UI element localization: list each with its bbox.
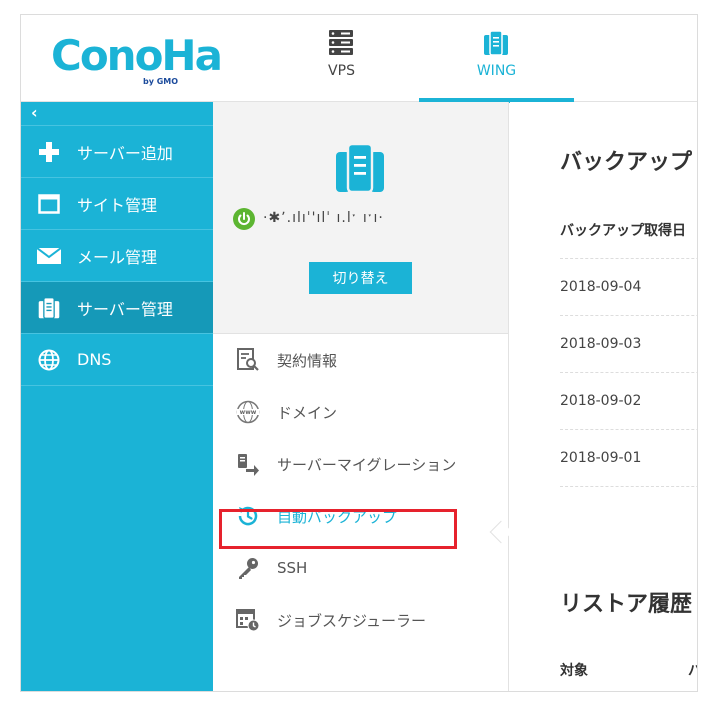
- server-rack-icon: [328, 29, 354, 57]
- header: ConoHa by GMO VPS WING: [21, 15, 697, 103]
- backup-date: 2018-09-03: [560, 336, 642, 352]
- table-divider: [560, 486, 697, 487]
- backup-date: 2018-09-02: [560, 393, 642, 409]
- app-frame: ConoHa by GMO VPS WING ‹ サーバー追加 サイト管理 メー…: [20, 14, 698, 692]
- server-stack-icon: [483, 29, 509, 57]
- menu-item-label: ジョブスケジューラー: [277, 611, 426, 630]
- backup-title: バックアップ: [560, 150, 693, 175]
- tab-wing-label: WING: [476, 63, 517, 79]
- migration-icon: [235, 451, 261, 477]
- backup-content: バックアップ バックアップ取得日 2018-09-04 2018-09-03 2…: [510, 102, 697, 691]
- sidebar-item-server-management[interactable]: サーバー管理: [21, 282, 213, 334]
- server-summary: ·✱ʼ.ılıˈ'ılˈ ı.lˑ ıˑı· 切り替え: [213, 102, 508, 334]
- menu-item-label: サーバーマイグレーション: [277, 455, 457, 474]
- sidebar-item-mail-management[interactable]: メール管理: [21, 230, 213, 282]
- conoha-logo[interactable]: ConoHa by GMO: [51, 31, 223, 87]
- globe-icon: [21, 349, 77, 371]
- column-header-truncated: バ: [688, 660, 697, 680]
- sidebar-item-add-server[interactable]: サーバー追加: [21, 126, 213, 178]
- sidebar-item-label: DNS: [77, 350, 112, 369]
- tab-vps[interactable]: VPS: [264, 15, 419, 102]
- server-menu-panel: ·✱ʼ.ılıˈ'ılˈ ı.lˑ ıˑı· 切り替え 契約情報 www ドメイ…: [213, 102, 513, 691]
- sidebar-item-site-management[interactable]: サイト管理: [21, 178, 213, 230]
- server-menu: 契約情報 www ドメイン サーバーマイグレーション 自動バックアップ SSH …: [213, 334, 508, 646]
- restore-title: リストア履歴: [560, 592, 693, 617]
- table-row[interactable]: 2018-09-04: [560, 258, 697, 315]
- menu-item-domain[interactable]: www ドメイン: [213, 386, 508, 438]
- server-stack-icon: [333, 140, 387, 200]
- server-icon: [21, 296, 77, 320]
- logo-text: ConoHa: [51, 31, 223, 80]
- menu-item-server-migration[interactable]: サーバーマイグレーション: [213, 438, 508, 490]
- menu-item-label: ドメイン: [277, 403, 338, 422]
- window-icon: [21, 193, 77, 214]
- server-name: ·✱ʼ.ılıˈ'ılˈ ı.lˑ ıˑı·: [263, 210, 384, 226]
- menu-item-ssh[interactable]: SSH: [213, 542, 508, 594]
- table-row[interactable]: 2018-09-03: [560, 315, 697, 372]
- sidebar-item-dns[interactable]: DNS: [21, 334, 213, 386]
- menu-item-label: 契約情報: [277, 351, 338, 370]
- logo-by-gmo: by GMO: [143, 77, 179, 86]
- sidebar-item-label: サーバー追加: [77, 143, 173, 163]
- mail-icon: [21, 247, 77, 264]
- plus-icon: [21, 141, 77, 163]
- table-row[interactable]: 2018-09-01: [560, 429, 697, 486]
- backup-date: 2018-09-04: [560, 279, 642, 295]
- sidebar-item-label: サイト管理: [77, 195, 158, 215]
- column-header-target: 対象: [560, 663, 588, 679]
- menu-item-label: SSH: [277, 559, 308, 577]
- backup-date: 2018-09-01: [560, 450, 642, 466]
- key-icon: [235, 555, 261, 581]
- power-status-icon: [233, 208, 255, 230]
- highlight-box: [219, 509, 457, 549]
- sidebar-item-label: メール管理: [77, 247, 158, 267]
- column-header-backup-date: バックアップ取得日: [560, 223, 686, 239]
- www-icon: www: [235, 399, 261, 425]
- switch-server-button[interactable]: 切り替え: [309, 262, 412, 294]
- sidebar-item-label: サーバー管理: [77, 299, 173, 319]
- svg-text:www: www: [240, 409, 257, 416]
- tab-vps-label: VPS: [328, 63, 355, 79]
- menu-item-job-scheduler[interactable]: ジョブスケジューラー: [213, 594, 508, 646]
- contract-info-icon: [235, 347, 261, 373]
- tab-wing[interactable]: WING: [419, 15, 574, 103]
- sidebar-collapse-button[interactable]: ‹: [21, 102, 213, 126]
- sidebar: ‹ サーバー追加 サイト管理 メール管理 サーバー管理 DNS: [21, 102, 213, 691]
- table-row[interactable]: 2018-09-02: [560, 372, 697, 429]
- menu-item-contract-info[interactable]: 契約情報: [213, 334, 508, 386]
- scheduler-icon: [235, 607, 261, 633]
